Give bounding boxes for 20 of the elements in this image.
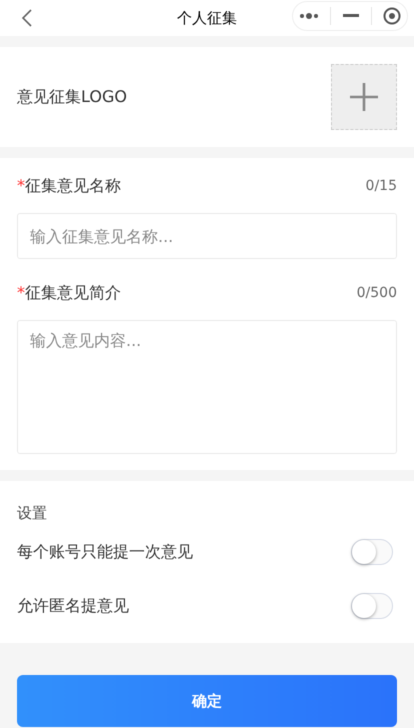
image-upload[interactable] <box>331 64 397 130</box>
input-field[interactable]: 输入征集意见名称... <box>17 213 397 259</box>
plus-icon <box>349 82 379 112</box>
target-icon[interactable] <box>383 7 402 25</box>
field-label: *征集意见名称 <box>17 176 121 196</box>
field-label: *征集意见简介 <box>17 282 121 304</box>
char-counter: 0/500 <box>356 285 397 301</box>
toggle-switch[interactable] <box>351 593 393 619</box>
minimize-icon[interactable] <box>342 14 359 18</box>
section-title: 设置 <box>17 503 48 524</box>
textarea-field[interactable]: 输入意见内容... <box>17 320 397 454</box>
logo-label: 意见征集LOGO <box>17 86 127 108</box>
confirm-button[interactable]: 确定 <box>17 675 397 727</box>
char-counter: 0/15 <box>366 178 397 194</box>
setting-label: 允许匿名提意见 <box>17 596 129 616</box>
more-icon[interactable] <box>298 13 319 19</box>
page-title: 个人征集 <box>177 8 237 28</box>
toggle-switch[interactable] <box>351 539 393 565</box>
setting-label: 每个账号只能提一次意见 <box>17 542 193 562</box>
back-icon[interactable] <box>20 8 34 28</box>
